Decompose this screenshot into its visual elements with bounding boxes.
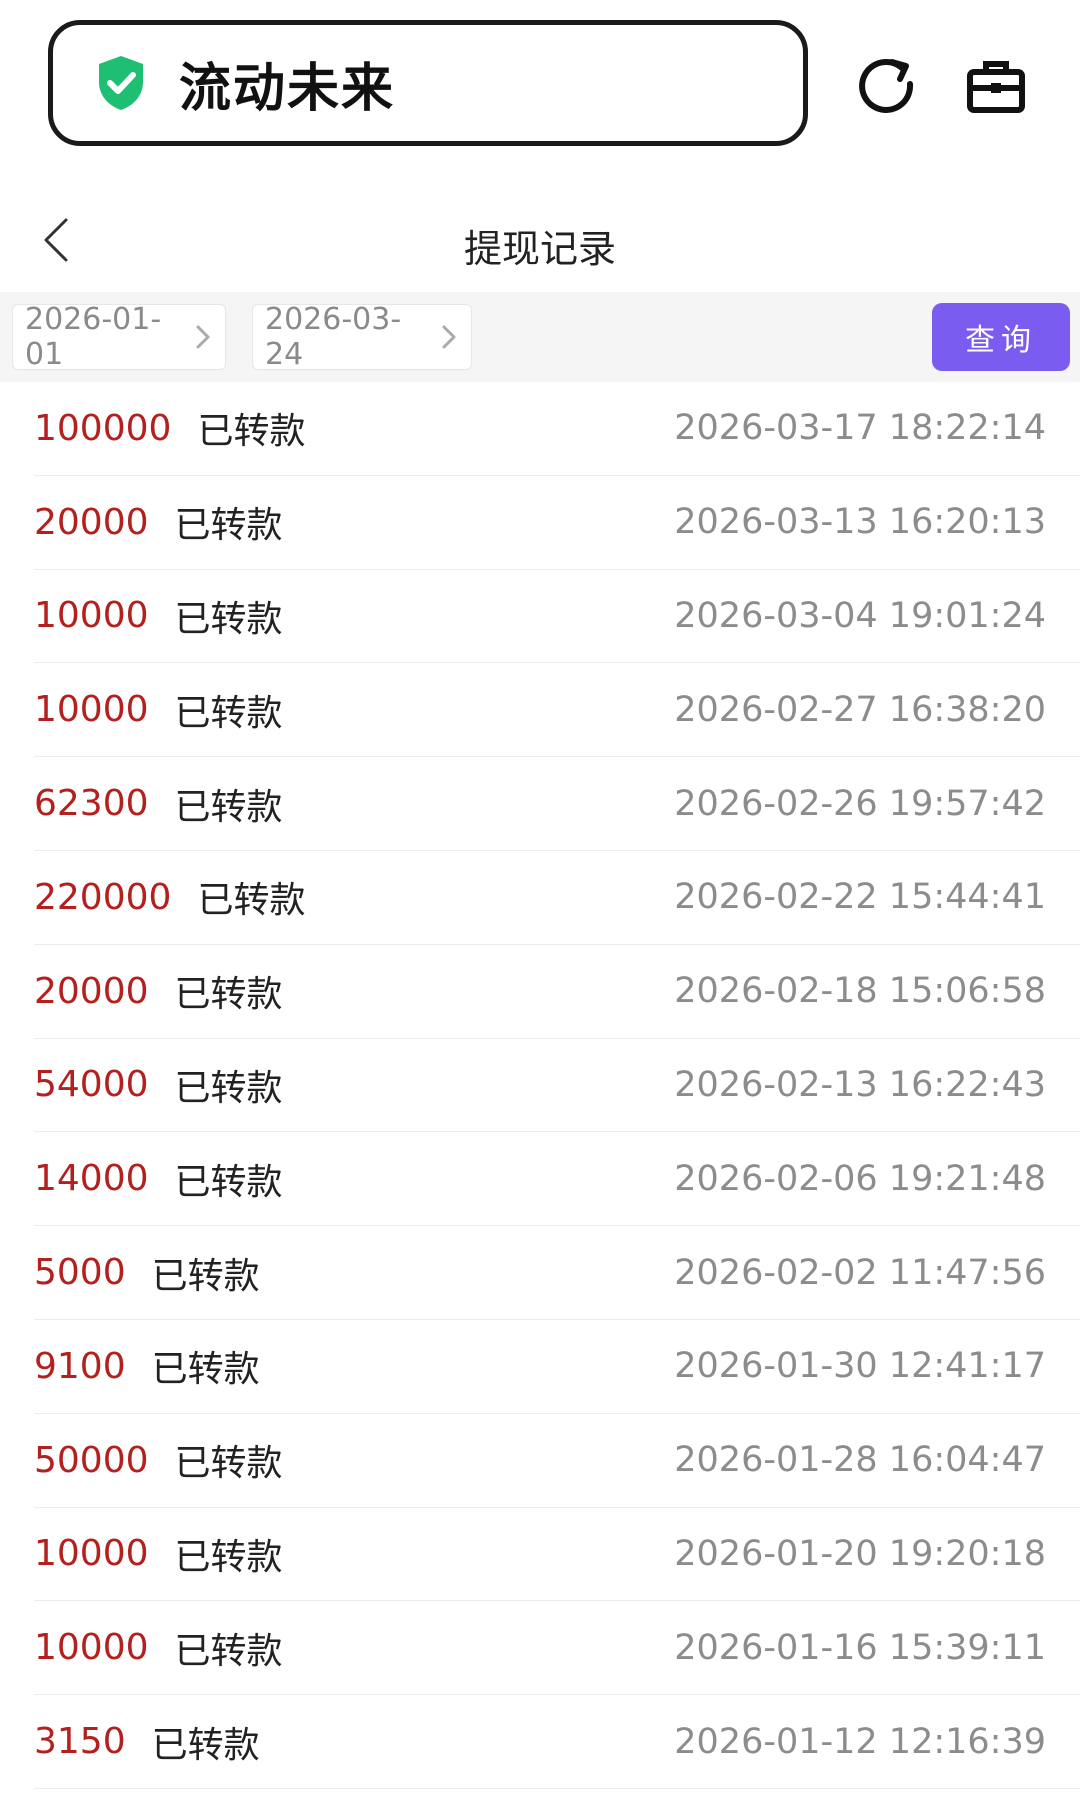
site-name: 流动未来 <box>179 58 396 119</box>
record-time: 2026-01-30 12:41:17 <box>674 1346 1046 1387</box>
record-status: 已转款 <box>151 1724 260 1766</box>
query-button[interactable]: 查询 <box>932 303 1070 371</box>
record-time: 2026-02-06 19:21:48 <box>674 1158 1046 1199</box>
record-amount: 10000 <box>34 595 149 637</box>
record-row[interactable]: 20000 已转款 2026-03-13 16:20:13 <box>34 476 1080 570</box>
record-status: 已转款 <box>174 1161 283 1203</box>
record-amount: 62300 <box>34 783 149 825</box>
record-row[interactable]: 54000 已转款 2026-02-13 16:22:43 <box>34 1039 1080 1133</box>
start-date-value: 2026-01-01 <box>25 302 162 372</box>
chevron-right-icon <box>195 324 211 350</box>
date-filter-bar: 2026-01-01 2026-03-24 查询 <box>0 292 1080 382</box>
record-amount: 50000 <box>34 1439 149 1481</box>
record-status: 已转款 <box>151 1349 260 1391</box>
record-row[interactable]: 9100 已转款 2026-01-30 12:41:17 <box>34 1320 1080 1414</box>
record-time: 2026-02-22 15:44:41 <box>674 877 1046 918</box>
record-amount: 100000 <box>34 407 172 449</box>
record-row[interactable]: 14000 已转款 2026-02-06 19:21:48 <box>34 1132 1080 1227</box>
chevron-right-icon <box>441 324 457 350</box>
record-status: 已转款 <box>174 505 283 547</box>
record-amount: 10000 <box>34 1627 149 1669</box>
record-row[interactable]: 100000 已转款 2026-03-17 18:22:14 <box>34 382 1080 476</box>
record-amount: 9100 <box>34 1345 126 1387</box>
record-status: 已转款 <box>174 1067 283 1109</box>
record-time: 2026-01-12 12:16:39 <box>674 1721 1046 1762</box>
record-row[interactable]: 10000 已转款 2026-01-16 15:39:11 <box>34 1601 1080 1696</box>
end-date-picker[interactable]: 2026-03-24 <box>252 302 472 372</box>
record-row[interactable]: 10000 已转款 2026-03-04 19:01:24 <box>34 570 1080 664</box>
record-amount: 14000 <box>34 1158 149 1200</box>
record-time: 2026-01-28 16:04:47 <box>674 1440 1046 1481</box>
record-row[interactable]: 20000 已转款 2026-02-18 15:06:58 <box>34 945 1080 1039</box>
record-amount: 20000 <box>34 501 149 543</box>
record-amount: 10000 <box>34 689 149 731</box>
record-status: 已转款 <box>174 598 283 640</box>
record-time: 2026-01-20 19:20:18 <box>674 1533 1046 1574</box>
record-status: 已转款 <box>174 1630 283 1672</box>
page-title: 提现记录 <box>463 227 616 271</box>
record-time: 2026-03-13 16:20:13 <box>674 502 1046 543</box>
record-status: 已转款 <box>174 974 283 1016</box>
record-time: 2026-02-26 19:57:42 <box>674 783 1046 824</box>
record-time: 2026-02-18 15:06:58 <box>674 971 1046 1012</box>
record-status: 已转款 <box>174 786 283 828</box>
record-row[interactable]: 5000 已转款 2026-02-02 11:47:56 <box>34 1226 1080 1320</box>
record-time: 2026-02-02 11:47:56 <box>674 1252 1046 1293</box>
record-status: 已转款 <box>197 880 306 922</box>
record-amount: 3150 <box>34 1721 126 1763</box>
record-row[interactable]: 62300 已转款 2026-02-26 19:57:42 <box>34 757 1080 851</box>
record-amount: 5000 <box>34 1252 126 1294</box>
record-row[interactable]: 220000 已转款 2026-02-22 15:44:41 <box>34 851 1080 945</box>
record-status: 已转款 <box>174 1443 283 1485</box>
record-amount: 10000 <box>34 1533 149 1575</box>
record-status: 已转款 <box>174 1536 283 1578</box>
toolbox-icon[interactable] <box>956 46 1036 126</box>
record-row[interactable]: 3150 已转款 2026-01-12 12:16:39 <box>34 1695 1080 1789</box>
end-date-value: 2026-03-24 <box>265 302 402 372</box>
withdrawal-records-list: 100000 已转款 2026-03-17 18:22:14 20000 已转款 2026… <box>0 382 1080 1789</box>
record-time: 2026-02-27 16:38:20 <box>674 689 1046 730</box>
record-time: 2026-03-17 18:22:14 <box>674 408 1046 449</box>
browser-top-bar: 流动未来 <box>0 0 1080 170</box>
start-date-picker[interactable]: 2026-01-01 <box>12 302 226 372</box>
record-row[interactable]: 10000 已转款 2026-02-27 16:38:20 <box>34 663 1080 758</box>
record-row[interactable]: 10000 已转款 2026-01-20 19:20:18 <box>34 1508 1080 1602</box>
nav-bar: 提现记录 <box>0 190 1080 290</box>
refresh-icon[interactable] <box>848 46 928 126</box>
shield-check-icon <box>93 53 149 113</box>
record-amount: 220000 <box>34 876 172 918</box>
site-title-pill[interactable]: 流动未来 <box>48 20 808 146</box>
record-time: 2026-03-04 19:01:24 <box>674 595 1046 636</box>
record-amount: 54000 <box>34 1064 149 1106</box>
record-amount: 20000 <box>34 970 149 1012</box>
record-status: 已转款 <box>151 1255 260 1297</box>
record-time: 2026-01-16 15:39:11 <box>674 1627 1046 1668</box>
record-row[interactable]: 50000 已转款 2026-01-28 16:04:47 <box>34 1414 1080 1508</box>
record-time: 2026-02-13 16:22:43 <box>674 1064 1046 1105</box>
record-status: 已转款 <box>174 692 283 734</box>
record-status: 已转款 <box>197 411 306 453</box>
